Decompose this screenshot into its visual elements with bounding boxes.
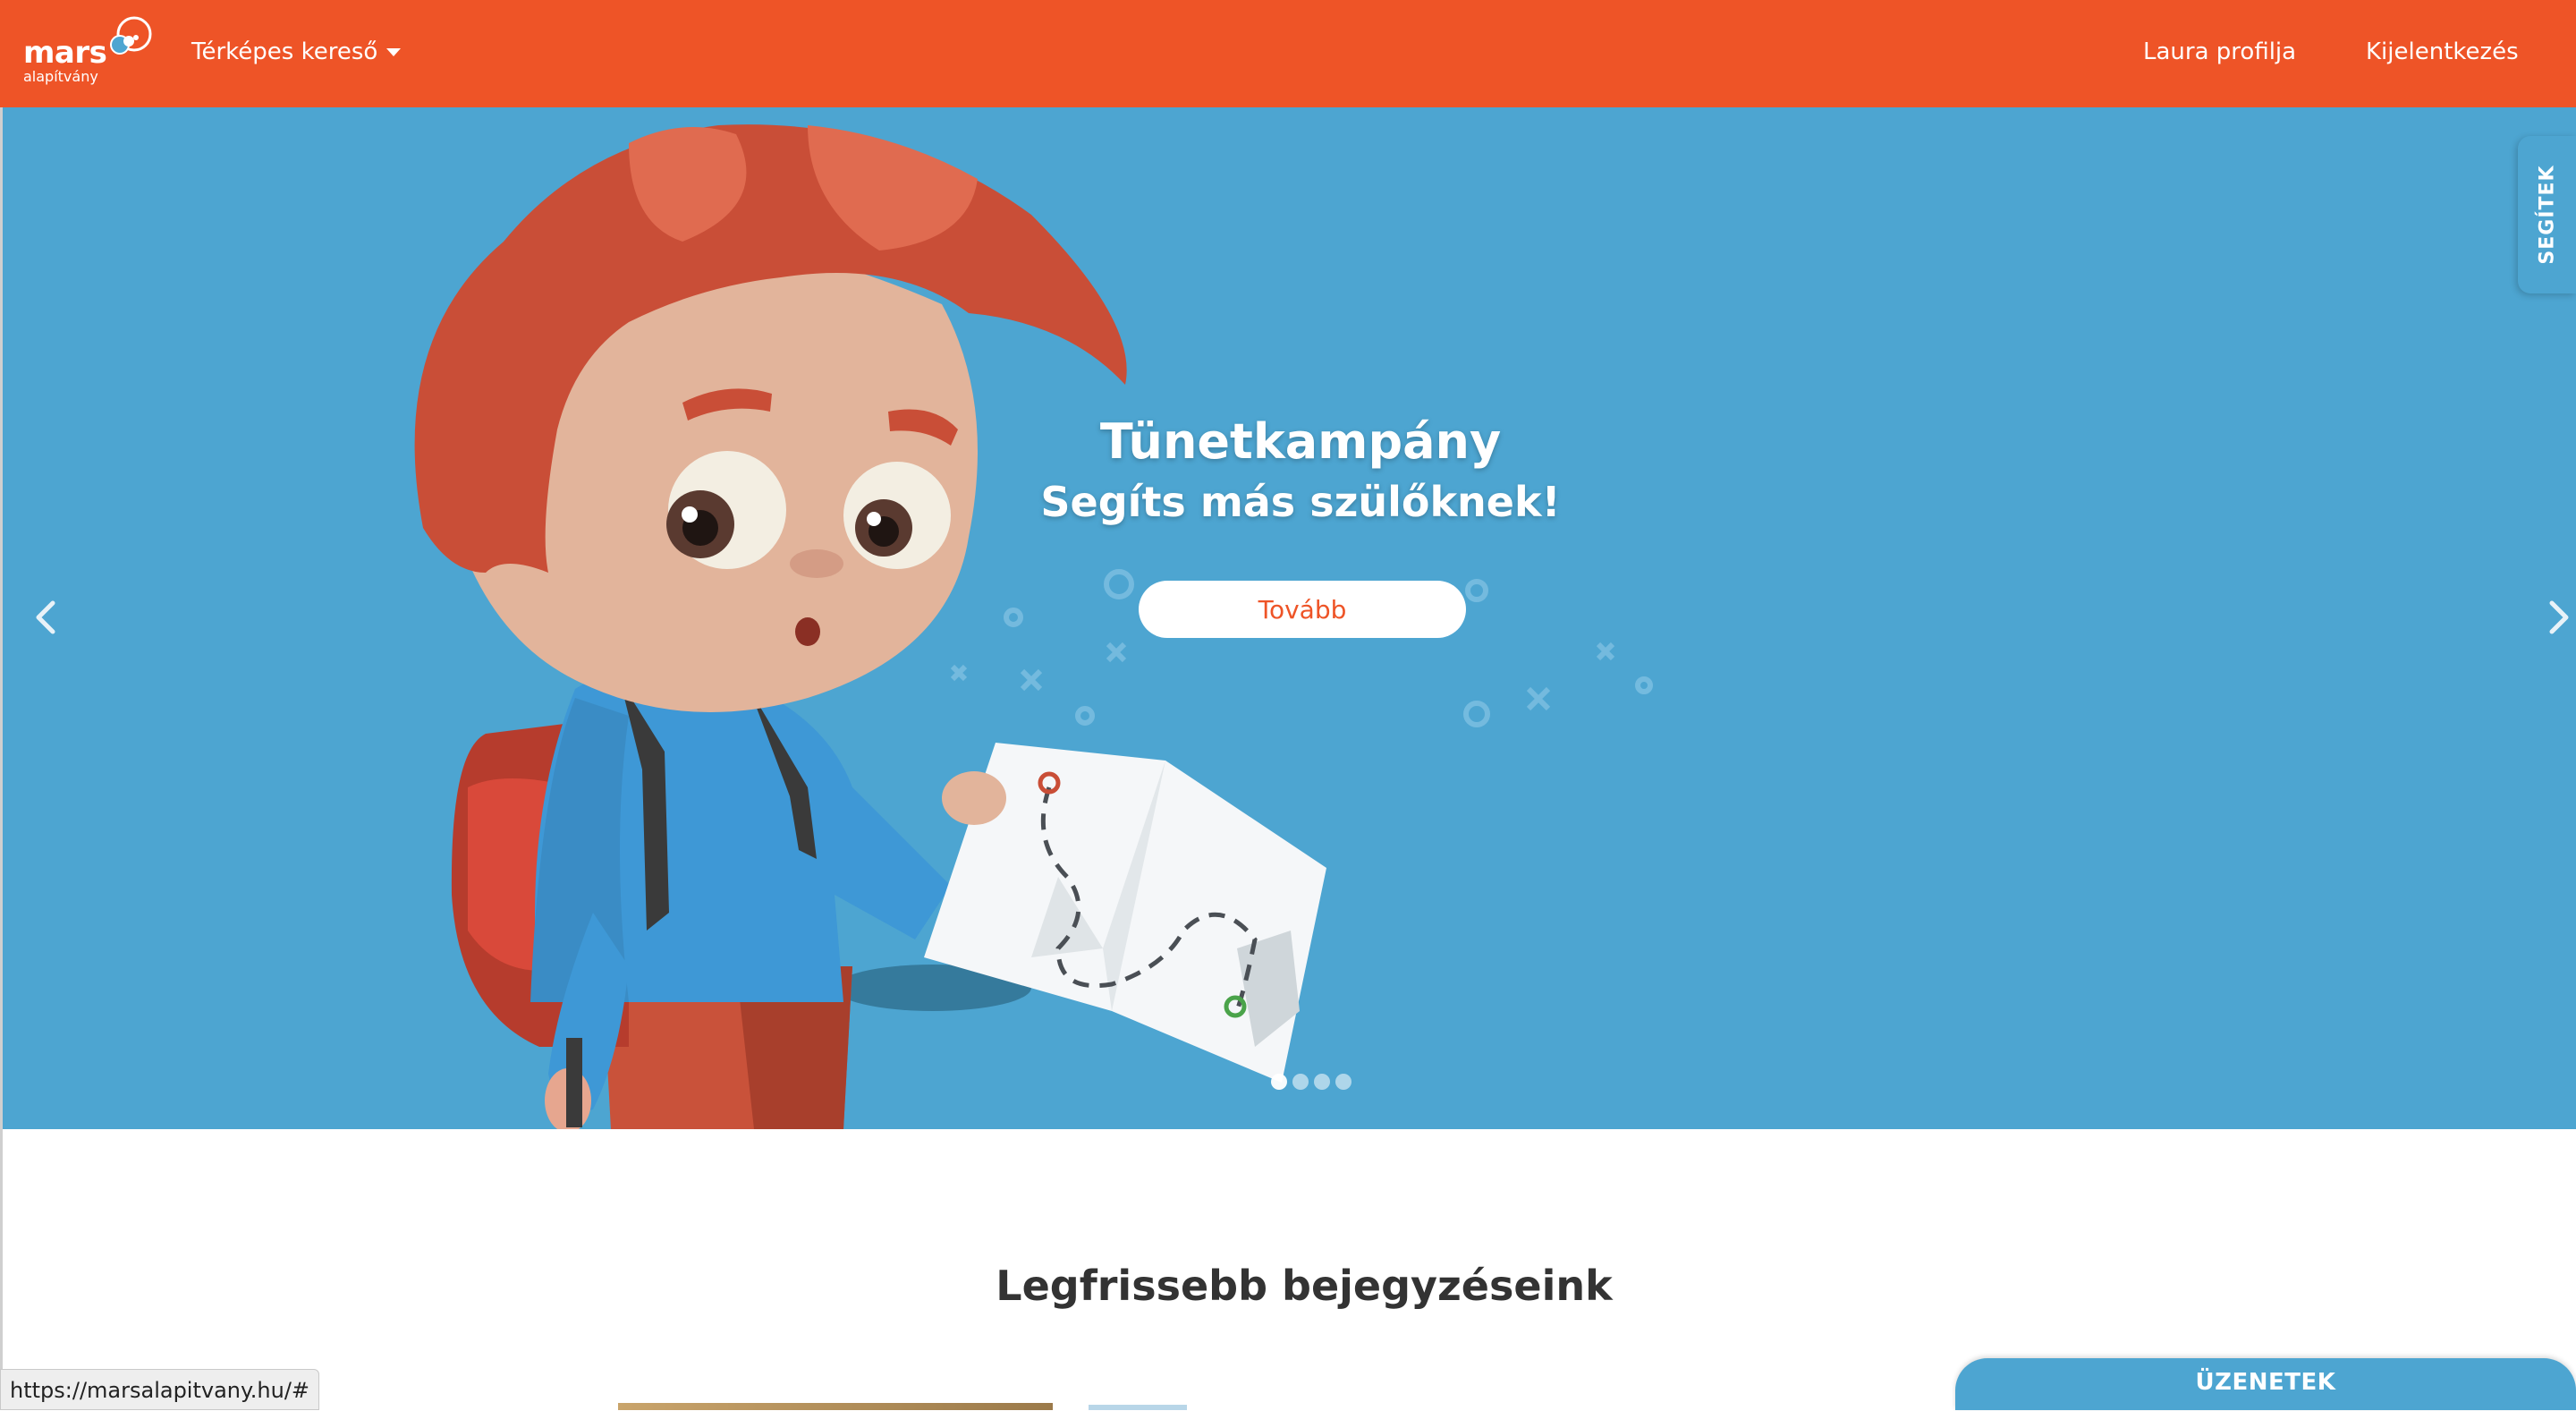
carousel-indicator[interactable] xyxy=(1271,1074,1287,1090)
post-date xyxy=(1089,1405,1187,1410)
carousel-indicator[interactable] xyxy=(1335,1074,1352,1090)
logout-link[interactable]: Kijelentkezés xyxy=(2366,34,2519,70)
carousel-indicator[interactable] xyxy=(1314,1074,1330,1090)
status-bar-url: https://marsalapitvany.hu/# xyxy=(0,1369,320,1410)
chevron-right-icon[interactable] xyxy=(2541,591,2576,644)
carousel-indicator[interactable] xyxy=(1292,1074,1309,1090)
hero-cta-button[interactable]: Tovább xyxy=(1139,581,1466,638)
brand-logo[interactable]: mars alapítvány xyxy=(21,13,152,89)
hero-title: Tünetkampány xyxy=(1099,413,1502,470)
brand-logo-icon xyxy=(110,16,152,55)
brand-name: mars xyxy=(23,35,107,71)
hero-subtitle: Segíts más szülőknek! xyxy=(1040,477,1561,526)
top-navbar: mars alapítvány Térképes kereső Laura pr… xyxy=(0,0,2576,107)
help-side-tab[interactable]: SEGÍTEK xyxy=(2518,136,2576,293)
profile-link[interactable]: Laura profilja xyxy=(2143,34,2296,70)
carousel-caption: Tünetkampány Segíts más szülőknek! xyxy=(943,412,1658,529)
map-search-label: Térképes kereső xyxy=(191,38,378,65)
map-search-dropdown[interactable]: Térképes kereső xyxy=(191,34,402,70)
brand-subtitle: alapítvány xyxy=(23,68,98,85)
latest-posts-title: Legfrissebb bejegyzéseink xyxy=(996,1262,1613,1311)
carousel-indicators xyxy=(1271,1074,1352,1090)
chevron-left-icon[interactable] xyxy=(28,591,64,644)
caret-down-icon xyxy=(386,47,402,56)
post-thumbnail[interactable] xyxy=(618,1403,1053,1410)
messages-tab[interactable]: ÜZENETEK xyxy=(1955,1358,2576,1410)
help-side-tab-label: SEGÍTEK xyxy=(2536,165,2558,265)
